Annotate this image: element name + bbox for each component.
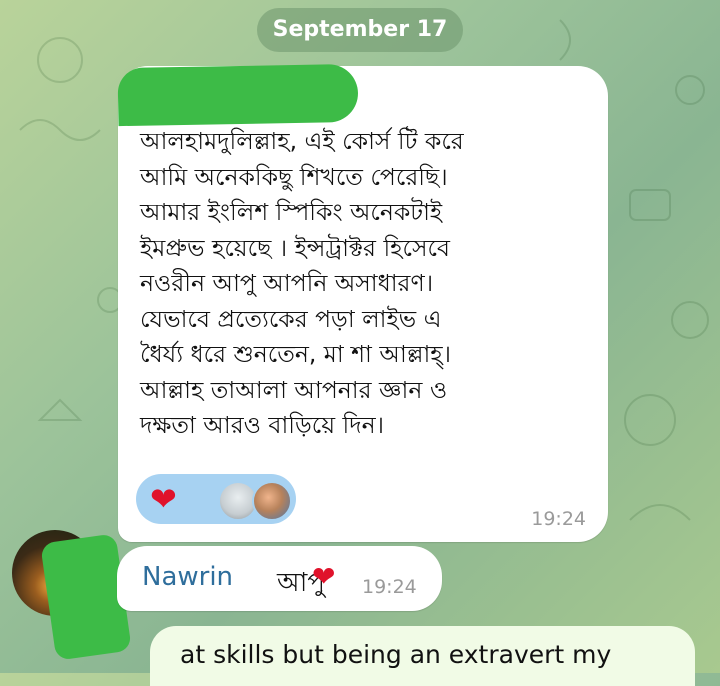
- message-timestamp: 19:24: [531, 508, 586, 530]
- reactor-avatar: [252, 481, 292, 521]
- message-timestamp: 19:24: [362, 576, 417, 598]
- redacted-sender-name: [117, 63, 359, 127]
- heart-icon: ❤: [150, 480, 177, 518]
- reaction-chip[interactable]: ❤: [136, 474, 296, 524]
- outgoing-message-bubble[interactable]: at skills but being an extravert my: [150, 626, 695, 686]
- message-text: আলহামদুলিল্লাহ, এই কোর্স টি করে আমি অনেক…: [140, 127, 464, 439]
- mention-link[interactable]: Nawrin: [142, 562, 233, 592]
- date-separator: September 17: [257, 8, 463, 52]
- heart-icon: ❤: [312, 560, 336, 593]
- incoming-message-bubble[interactable]: Nawrin আপু ❤ 19:24: [117, 546, 442, 611]
- message-text: at skills but being an extravert my: [180, 640, 612, 669]
- incoming-message-bubble[interactable]: আলহামদুলিল্লাহ, এই কোর্স টি করে আমি অনেক…: [117, 63, 608, 542]
